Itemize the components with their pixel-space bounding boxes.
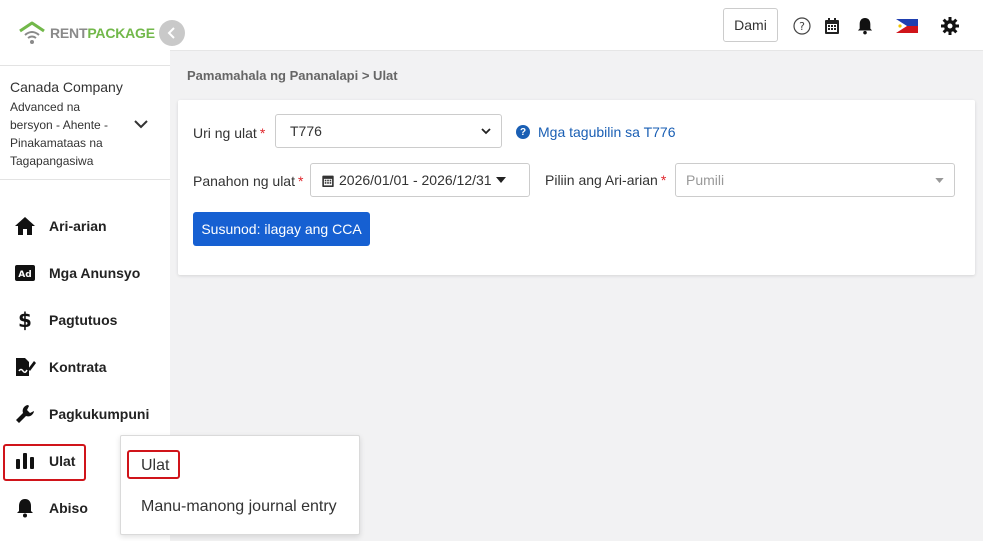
caret-down-icon: [935, 177, 944, 183]
sidebar-item-ads[interactable]: Ad Mga Anunsyo: [0, 249, 170, 296]
next-enter-cca-button[interactable]: Susunod: ilagay ang CCA: [193, 212, 370, 246]
report-type-value: T776: [290, 123, 322, 139]
house-icon: [14, 215, 36, 237]
help-icon[interactable]: ?: [792, 16, 812, 36]
calendar-icon[interactable]: [822, 16, 842, 36]
reports-submenu: Ulat Manu-manong journal entry: [120, 435, 360, 535]
property-placeholder: Pumili: [686, 172, 725, 188]
sidebar-item-label: Pagkukumpuni: [49, 405, 150, 422]
sidebar-item-label: Ari-arian: [49, 217, 107, 234]
chevron-down-icon: [481, 127, 491, 134]
svg-text:$: $: [18, 309, 32, 331]
sidebar-item-label: Kontrata: [49, 358, 107, 375]
report-type-select[interactable]: T776: [275, 114, 502, 148]
help-link-t776[interactable]: ? Mga tagubilin sa T776: [516, 124, 676, 140]
brand-name: RENTPACKAGE: [50, 24, 155, 41]
wrench-icon: [14, 403, 36, 425]
property-select[interactable]: Pumili: [675, 163, 955, 197]
chevron-down-icon[interactable]: [134, 116, 148, 134]
philippines-flag-icon[interactable]: [895, 16, 919, 36]
period-value: 2026/01/01 - 2026/12/31: [339, 172, 492, 188]
gear-icon[interactable]: [940, 16, 960, 36]
sidebar-item-label: Pagtutuos: [49, 311, 118, 328]
report-form-card: Uri ng ulat * T776 ? Mga tagubilin sa T77…: [178, 100, 975, 275]
report-type-label: Uri ng ulat *: [193, 125, 266, 141]
caret-down-icon: [495, 177, 506, 183]
chevron-left-icon: [167, 27, 175, 39]
svg-text:?: ?: [799, 20, 805, 33]
company-role: Advanced na bersyon - Ahente - Pinakamat…: [10, 100, 109, 168]
bell-icon: [14, 497, 36, 519]
top-bar: Dami ?: [170, 0, 983, 51]
breadcrumb: Pamamahala ng Pananalapi > Ulat: [187, 68, 398, 83]
question-circle-icon: ?: [516, 125, 530, 139]
calendar-icon: [322, 175, 334, 187]
dollar-icon: $: [14, 309, 36, 331]
house-wifi-logo-icon: [18, 20, 46, 46]
company-name: Canada Company: [10, 79, 123, 95]
sidebar-item-accounting[interactable]: $ Pagtutuos: [0, 296, 170, 343]
sidebar-item-label: Abiso: [49, 499, 88, 516]
property-label: Piliin ang Ari-arian *: [545, 172, 667, 188]
notification-bell-icon[interactable]: [855, 16, 875, 36]
period-label: Panahon ng ulat *: [193, 173, 304, 189]
brand-logo[interactable]: RENTPACKAGE: [0, 0, 170, 66]
sidebar-item-contracts[interactable]: Kontrata: [0, 343, 170, 390]
sidebar-item-label: Mga Anunsyo: [49, 264, 141, 281]
submenu-item-reports[interactable]: Ulat: [141, 457, 169, 475]
ad-icon: Ad: [14, 262, 36, 284]
more-button[interactable]: Dami: [723, 8, 778, 42]
contract-icon: [14, 356, 36, 378]
bar-chart-icon: [14, 450, 36, 472]
sidebar-item-label: Ulat: [49, 452, 76, 469]
collapse-sidebar-button[interactable]: [159, 20, 185, 46]
submenu-item-manual-journal-entry[interactable]: Manu-manong journal entry: [141, 498, 337, 516]
svg-text:Ad: Ad: [18, 270, 31, 280]
report-period-picker[interactable]: 2026/01/01 - 2026/12/31: [310, 163, 530, 197]
sidebar-item-repairs[interactable]: Pagkukumpuni: [0, 390, 170, 437]
sidebar-item-properties[interactable]: Ari-arian: [0, 202, 170, 249]
company-switcher[interactable]: Canada Company Advanced na bersyon - Ahe…: [0, 66, 170, 180]
